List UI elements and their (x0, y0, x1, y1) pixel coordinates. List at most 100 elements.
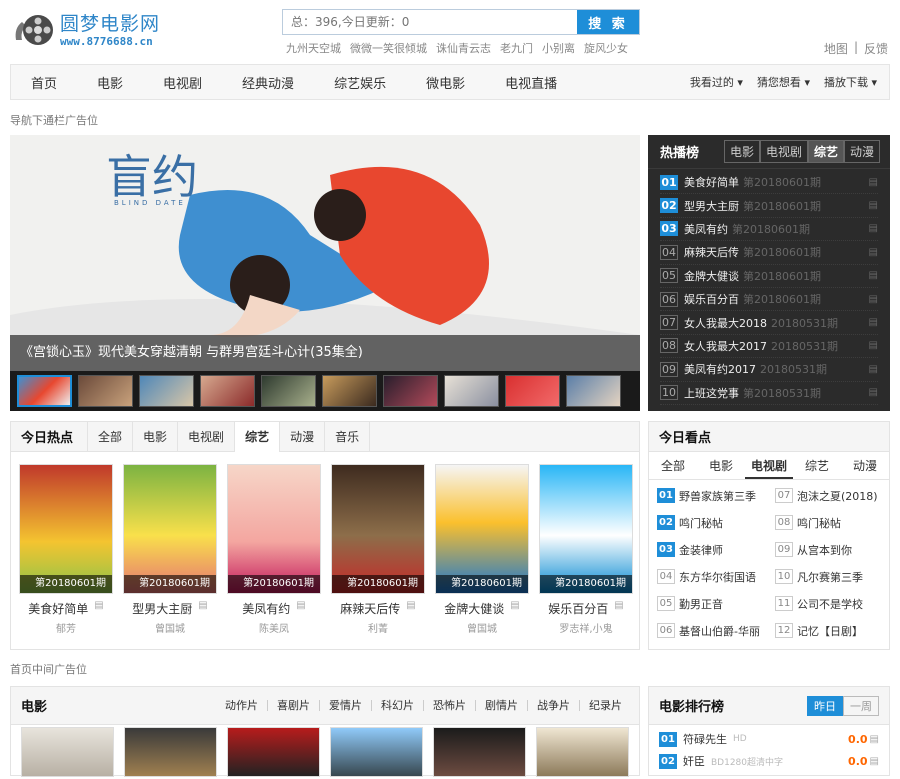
hot-item-title[interactable]: 麻辣天后传 (684, 244, 739, 260)
list-item[interactable]: 01 野兽家族第三季 (657, 486, 775, 505)
poster-image[interactable]: 第20180601期 (227, 464, 321, 594)
document-icon[interactable]: ▤ (870, 734, 879, 745)
feedback-link[interactable]: 反馈 (864, 40, 888, 57)
history-dropdown[interactable]: 我看过的 ▾ (690, 74, 743, 90)
document-icon[interactable]: ▤ (869, 223, 878, 234)
hot-keyword[interactable]: 老九门 (500, 40, 533, 56)
hot-item-title[interactable]: 型男大主厨 (684, 198, 739, 214)
hot-item[interactable]: 08 女人我最大2017 20180531期 ▤ (660, 335, 878, 359)
list-item-title[interactable]: 鸣门秘帖 (679, 515, 723, 531)
today-tab-all[interactable]: 全部 (87, 421, 132, 452)
document-icon[interactable]: ▤ (614, 600, 623, 617)
list-item[interactable]: 05 勤男正音 (657, 594, 775, 613)
hot-item[interactable]: 05 金牌大健谈 第20180601期 ▤ (660, 265, 878, 288)
list-item[interactable]: 02 奸臣 BD1280超清中字 0.0 ▤ (659, 750, 879, 772)
list-item-title[interactable]: 记忆【日剧】 (797, 623, 863, 639)
banner-thumb[interactable] (505, 375, 560, 407)
list-item-title[interactable]: 泡沫之夏(2018) (797, 488, 878, 504)
hot-item[interactable]: 09 美凤有约2017 20180531期 ▤ (660, 358, 878, 382)
poster-card[interactable]: 第20180601期 娱乐百分百 ▤ 罗志祥,小鬼 (539, 464, 633, 635)
poster-image[interactable]: 第20180601期 (331, 464, 425, 594)
hot-item-title[interactable]: 女人我最大2018 (684, 315, 767, 331)
search-input[interactable] (283, 10, 577, 34)
today-tab-anime[interactable]: 动漫 (279, 421, 324, 452)
banner-thumb[interactable] (444, 375, 499, 407)
poster-title[interactable]: 娱乐百分百 (548, 600, 608, 617)
picks-tab-movie[interactable]: 电影 (697, 452, 745, 479)
hot-keyword[interactable]: 九州天空城 (286, 40, 341, 56)
document-icon[interactable]: ▤ (870, 756, 879, 767)
hot-item[interactable]: 01 美食好简单 第20180601期 ▤ (660, 171, 878, 195)
document-icon[interactable]: ▤ (296, 600, 305, 617)
nav-item-home[interactable]: 首页 (11, 73, 77, 92)
document-icon[interactable]: ▤ (510, 600, 519, 617)
list-item-title[interactable]: 野兽家族第三季 (679, 488, 756, 504)
today-tab-variety[interactable]: 综艺 (234, 421, 280, 452)
nav-item-anime[interactable]: 经典动漫 (222, 73, 314, 92)
picks-tab-all[interactable]: 全部 (649, 452, 697, 479)
list-item[interactable]: 02 鸣门秘帖 (657, 513, 775, 532)
rank-yesterday-button[interactable]: 昨日 (807, 695, 843, 716)
list-item[interactable]: 09 从宫本到你 (775, 540, 893, 559)
banner-thumb[interactable] (200, 375, 255, 407)
picks-tab-tv[interactable]: 电视剧 (745, 452, 793, 479)
list-item-title[interactable]: 勤男正音 (679, 596, 723, 612)
banner-thumb[interactable] (261, 375, 316, 407)
map-link[interactable]: 地图 (824, 40, 848, 57)
nav-item-micro-film[interactable]: 微电影 (406, 73, 485, 92)
list-item-title[interactable]: 符碌先生 (683, 731, 727, 747)
poster-image[interactable]: 第20180601期 (123, 464, 217, 594)
movie-poster[interactable] (21, 727, 114, 777)
document-icon[interactable]: ▤ (869, 364, 878, 375)
hot-item-title[interactable]: 金牌大健谈 (684, 268, 739, 284)
hot-item[interactable]: 03 美凤有约 第20180601期 ▤ (660, 218, 878, 242)
hot-keyword[interactable]: 小别离 (542, 40, 575, 56)
document-icon[interactable]: ▤ (869, 270, 878, 281)
poster-image[interactable]: 第20180601期 (19, 464, 113, 594)
hot-item-title[interactable]: 娱乐百分百 (684, 291, 739, 307)
movie-cat-scifi[interactable]: 科幻片 (371, 700, 423, 711)
today-tab-music[interactable]: 音乐 (324, 421, 371, 452)
list-item[interactable]: 08 鸣门秘帖 (775, 513, 893, 532)
poster-card[interactable]: 第20180601期 美食好简单 ▤ 郁芳 (19, 464, 113, 635)
nav-item-live-tv[interactable]: 电视直播 (485, 73, 577, 92)
list-item-title[interactable]: 东方华尔街国语 (679, 569, 756, 585)
document-icon[interactable]: ▤ (198, 600, 207, 617)
poster-card[interactable]: 第20180601期 美凤有约 ▤ 陈美凤 (227, 464, 321, 635)
movie-poster[interactable] (536, 727, 629, 777)
list-item[interactable]: 10 凡尔赛第三季 (775, 567, 893, 586)
picks-tab-anime[interactable]: 动漫 (841, 452, 889, 479)
poster-title[interactable]: 美凤有约 (242, 600, 290, 617)
banner-thumb[interactable] (322, 375, 377, 407)
nav-item-movie[interactable]: 电影 (77, 73, 143, 92)
banner-thumb[interactable] (139, 375, 194, 407)
hot-item[interactable]: 07 女人我最大2018 20180531期 ▤ (660, 311, 878, 335)
poster-card[interactable]: 第20180601期 型男大主厨 ▤ 曾国城 (123, 464, 217, 635)
document-icon[interactable]: ▤ (869, 247, 878, 258)
list-item-title[interactable]: 凡尔赛第三季 (797, 569, 863, 585)
poster-image[interactable]: 第20180601期 (435, 464, 529, 594)
hot-keyword[interactable]: 微微一笑很倾城 (350, 40, 427, 56)
nav-item-tv[interactable]: 电视剧 (143, 73, 222, 92)
movie-poster[interactable] (330, 727, 423, 777)
poster-title[interactable]: 麻辣天后传 (340, 600, 400, 617)
list-item[interactable]: 03 金装律师 (657, 540, 775, 559)
banner-caption[interactable]: 《宫锁心玉》现代美女穿越清朝 与群男宫廷斗心计(35集全) (10, 335, 640, 371)
poster-title[interactable]: 金牌大健谈 (444, 600, 504, 617)
list-item-title[interactable]: 公司不是学校 (797, 596, 863, 612)
banner-thumb[interactable] (566, 375, 621, 407)
poster-card[interactable]: 第20180601期 麻辣天后传 ▤ 利菁 (331, 464, 425, 635)
document-icon[interactable]: ▤ (869, 387, 878, 398)
movie-cat-documentary[interactable]: 纪录片 (579, 700, 631, 711)
hot-item-title[interactable]: 上班这党事 (684, 385, 739, 401)
hot-keyword[interactable]: 旋风少女 (584, 40, 628, 56)
document-icon[interactable]: ▤ (869, 177, 878, 188)
list-item-title[interactable]: 鸣门秘帖 (797, 515, 841, 531)
movie-cat-romance[interactable]: 爱情片 (319, 700, 371, 711)
list-item[interactable]: 07 泡沫之夏(2018) (775, 486, 893, 505)
poster-title[interactable]: 美食好简单 (28, 600, 88, 617)
hot-item-title[interactable]: 女人我最大2017 (684, 338, 767, 354)
hot-tab-tv[interactable]: 电视剧 (759, 140, 808, 163)
search-button[interactable]: 搜 索 (577, 10, 639, 34)
movie-cat-horror[interactable]: 恐怖片 (423, 700, 475, 711)
